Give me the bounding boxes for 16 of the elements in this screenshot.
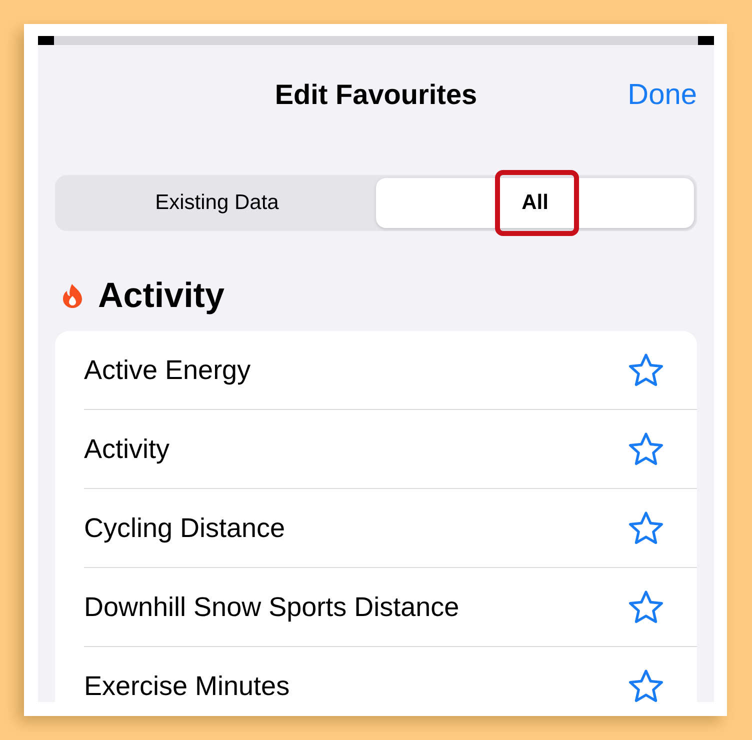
segment-tab[interactable]: All [376,178,694,228]
star-icon[interactable] [628,511,664,545]
segment-tab[interactable]: Existing Data [58,178,376,228]
metric-label: Active Energy [84,354,251,386]
star-icon[interactable] [628,669,664,702]
done-button[interactable]: Done [628,77,697,113]
metric-label: Activity [84,434,170,464]
star-icon[interactable] [628,590,664,624]
star-icon[interactable] [628,353,664,387]
section-title: Activity [98,276,224,316]
metric-label: Cycling Distance [84,512,286,544]
star-icon[interactable] [628,432,664,466]
metric-label: Exercise Minutes [84,670,290,702]
sheet-title: Edit Favourites [274,79,478,111]
metric-label: Downhill Snow Sports Distance [84,592,460,622]
flame-icon [63,284,82,308]
